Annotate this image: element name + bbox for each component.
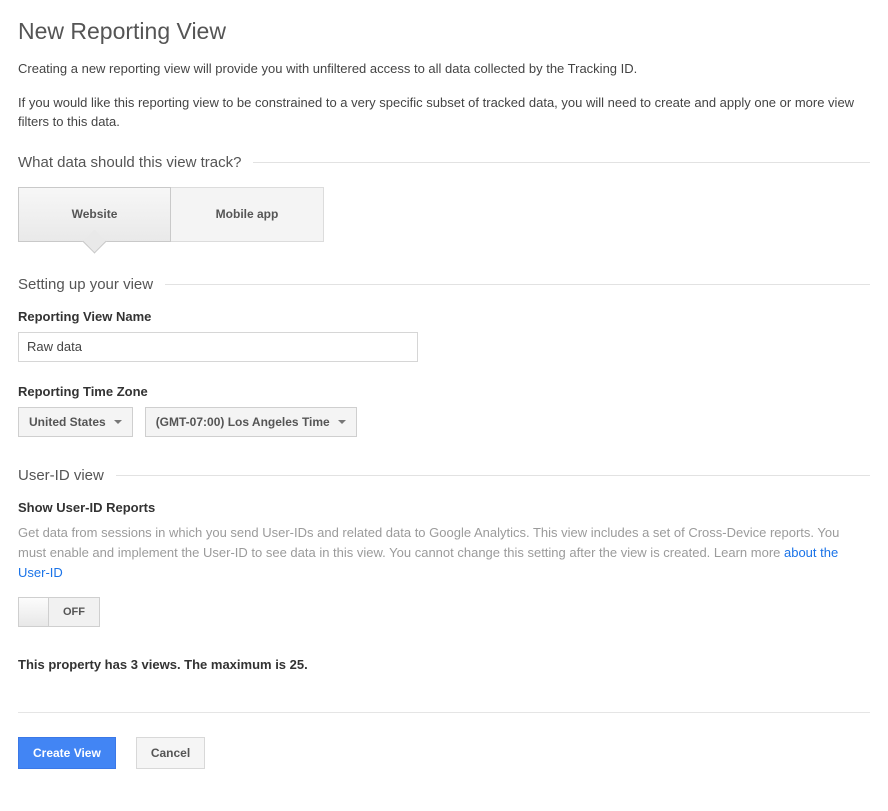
section-setup-label: Setting up your view	[18, 276, 153, 293]
section-uid-label: User-ID view	[18, 467, 104, 484]
timezone-label: Reporting Time Zone	[18, 384, 870, 399]
tab-mobile-app[interactable]: Mobile app	[171, 187, 324, 242]
view-name-input[interactable]	[18, 332, 418, 362]
action-buttons: Create View Cancel	[18, 737, 870, 769]
timezone-dropdown-value: (GMT-07:00) Los Angeles Time	[156, 415, 330, 429]
uid-subheading: Show User-ID Reports	[18, 500, 870, 515]
create-view-button[interactable]: Create View	[18, 737, 116, 769]
view-name-label: Reporting View Name	[18, 309, 870, 324]
divider	[18, 712, 870, 713]
views-count-note: This property has 3 views. The maximum i…	[18, 657, 870, 672]
tab-website[interactable]: Website	[18, 187, 171, 242]
timezone-dropdown[interactable]: (GMT-07:00) Los Angeles Time	[145, 407, 357, 437]
chevron-down-icon	[338, 420, 346, 424]
intro-paragraph-1: Creating a new reporting view will provi…	[18, 59, 870, 79]
divider	[116, 475, 870, 476]
section-uid-heading: User-ID view	[18, 467, 870, 484]
section-track-label: What data should this view track?	[18, 154, 241, 171]
cancel-button[interactable]: Cancel	[136, 737, 205, 769]
divider	[165, 284, 870, 285]
country-dropdown-value: United States	[29, 415, 106, 429]
uid-toggle[interactable]: OFF	[18, 597, 100, 627]
country-dropdown[interactable]: United States	[18, 407, 133, 437]
page-title: New Reporting View	[18, 18, 870, 45]
track-tabs: Website Mobile app	[18, 187, 870, 242]
toggle-state-label: OFF	[49, 598, 99, 626]
uid-description: Get data from sessions in which you send…	[18, 523, 870, 583]
section-track-heading: What data should this view track?	[18, 154, 870, 171]
intro-paragraph-2: If you would like this reporting view to…	[18, 93, 870, 132]
uid-description-text: Get data from sessions in which you send…	[18, 525, 839, 560]
section-setup-heading: Setting up your view	[18, 276, 870, 293]
tab-mobile-label: Mobile app	[216, 207, 279, 221]
divider	[253, 162, 870, 163]
tab-website-label: Website	[72, 207, 118, 221]
toggle-knob	[19, 598, 49, 626]
chevron-down-icon	[114, 420, 122, 424]
